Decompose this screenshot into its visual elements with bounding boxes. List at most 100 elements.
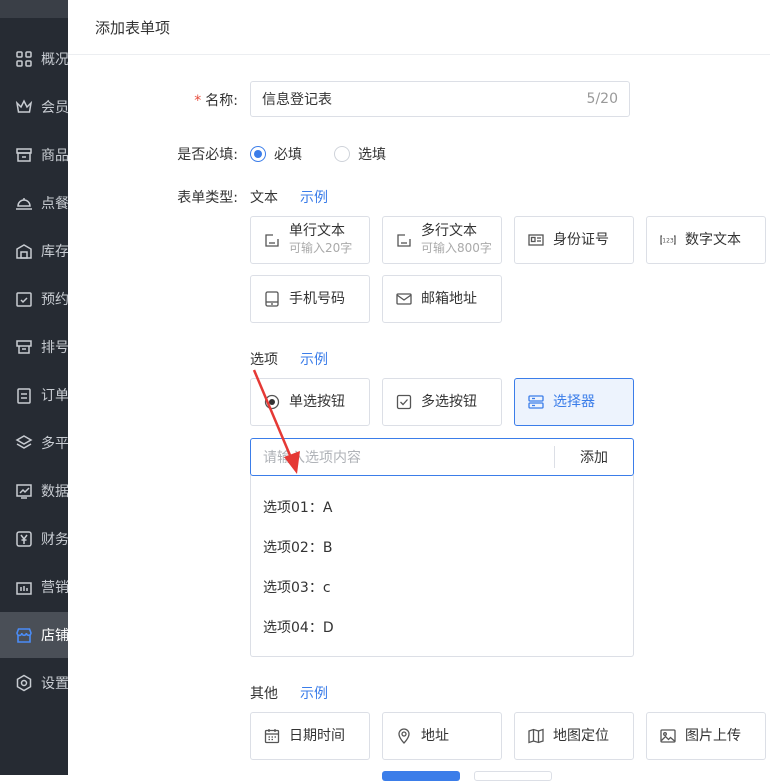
list-item[interactable]: 选项01：A [263,497,332,517]
panel-header: 添加表单项 [68,0,770,55]
sidebar-item-marketing[interactable]: 营销 [0,567,68,607]
option-section-title: 选项 [250,352,278,368]
sidebar-item-label: 会员 [41,100,68,116]
text-example-link[interactable]: 示例 [300,187,328,207]
card-checkbox[interactable]: 多选按钮 [382,378,502,426]
id-card-icon [527,231,545,249]
card-sublabel: 可输入800字 [421,241,492,255]
card-label: 图片上传 [685,727,741,744]
list-item[interactable]: 选项03：c [263,577,331,597]
card-sublabel: 可输入20字 [289,241,353,255]
sidebar-item-label: 财务 [41,532,68,548]
map-icon [527,727,545,745]
other-section-title: 其他 [250,686,278,702]
sidebar-item-booking[interactable]: 预约 [0,279,68,319]
sidebar-top-bar [0,0,68,18]
queue-icon [15,338,33,356]
radio-unchecked-icon [334,146,350,162]
confirm-button[interactable] [382,771,460,781]
card-label: 单行文本 [289,223,345,239]
add-option-button[interactable]: 添加 [555,447,633,467]
card-selector[interactable]: 选择器 [514,378,634,426]
card-label: 身份证号 [553,231,609,248]
card-label: 数字文本 [685,231,741,248]
card-number-text[interactable]: 123 数字文本 [646,216,766,264]
list-item[interactable]: 选项04：D [263,617,334,637]
sidebar-item-overview[interactable]: 概况 [0,39,68,79]
sidebar-item-store[interactable]: 店铺 [0,612,68,658]
sidebar-item-inventory[interactable]: 库存 [0,231,68,271]
card-label: 单选按钮 [289,393,345,410]
card-datetime[interactable]: 日期时间 [250,712,370,760]
card-radio-button[interactable]: 单选按钮 [250,378,370,426]
list-item[interactable]: 选项02：B [263,537,332,557]
card-single-line-text[interactable]: 单行文本可输入20字 [250,216,370,264]
option-list: 选项01：A 选项02：B 选项03：c 选项04：D [250,475,634,657]
radio-label: 选填 [358,147,386,163]
selector-icon [527,393,545,411]
radio-required[interactable]: 必填 [250,144,302,164]
card-address[interactable]: 地址 [382,712,502,760]
name-input-value: 信息登记表 [262,92,332,108]
phone-icon [263,290,281,308]
yen-icon [15,530,33,548]
option-example-link[interactable]: 示例 [300,349,328,369]
sidebar-item-label: 概况 [41,52,68,68]
chart-icon [15,482,33,500]
location-pin-icon [395,727,413,745]
radio-checked-icon [250,146,266,162]
gear-icon [15,674,33,692]
sidebar-item-label: 店铺 [41,628,68,644]
sidebar-item-label: 数据 [41,484,68,500]
sidebar-item-multiplatform[interactable]: 多平 [0,423,68,463]
sidebar-item-label: 设置 [41,676,68,692]
shop-icon [15,146,33,164]
card-map-location[interactable]: 地图定位 [514,712,634,760]
name-char-count: 5/20 [586,91,618,107]
edit-box-icon [263,231,281,249]
card-phone-number[interactable]: 手机号码 [250,275,370,323]
sidebar-item-queue[interactable]: 排号 [0,327,68,367]
crown-icon [15,98,33,116]
warehouse-icon [15,242,33,260]
card-label: 选择器 [553,393,595,410]
other-example-link[interactable]: 示例 [300,683,328,703]
card-id-number[interactable]: 身份证号 [514,216,634,264]
calendar-icon [263,727,281,745]
sidebar-item-members[interactable]: 会员 [0,87,68,127]
sidebar-item-ordering[interactable]: 点餐 [0,183,68,223]
card-label: 手机号码 [289,290,345,307]
card-label: 日期时间 [289,727,345,744]
sidebar-item-settings[interactable]: 设置 [0,663,68,703]
sidebar-item-finance[interactable]: 财务 [0,519,68,559]
sidebar-item-data[interactable]: 数据 [0,471,68,511]
sidebar-item-label: 点餐 [41,196,68,212]
sidebar-item-label: 订单 [41,388,68,404]
radio-icon [263,393,281,411]
store-icon [15,626,33,644]
form-type-label: 表单类型: [177,190,238,206]
image-icon [659,727,677,745]
card-label: 多行文本 [421,223,477,239]
sidebar-item-label: 库存 [41,244,68,260]
grid-icon [15,50,33,68]
sidebar-item-orders[interactable]: 订单 [0,375,68,415]
card-email[interactable]: 邮箱地址 [382,275,502,323]
required-mark: * [194,93,202,109]
card-multi-line-text[interactable]: 多行文本可输入800字 [382,216,502,264]
sidebar-item-products[interactable]: 商品 [0,135,68,175]
svg-text:123: 123 [662,238,674,245]
card-image-upload[interactable]: 图片上传 [646,712,766,760]
required-label: 是否必填: [177,147,238,163]
option-input-group: 请输入选项内容 添加 [250,438,634,476]
name-input[interactable]: 信息登记表 5/20 [250,81,630,117]
sidebar-item-label: 营销 [41,580,68,596]
sidebar-item-label: 多平 [41,436,68,452]
sidebar: 概况 会员 商品 点餐 库存 预约 排号 订单 多平 数据 财务 营销 店铺 设… [0,0,68,775]
mail-icon [395,290,413,308]
option-content-input[interactable]: 请输入选项内容 [251,447,554,467]
name-label: * 名称: [194,93,238,109]
cancel-button[interactable] [474,771,552,781]
radio-optional[interactable]: 选填 [334,144,386,164]
card-label: 地图定位 [553,727,609,744]
